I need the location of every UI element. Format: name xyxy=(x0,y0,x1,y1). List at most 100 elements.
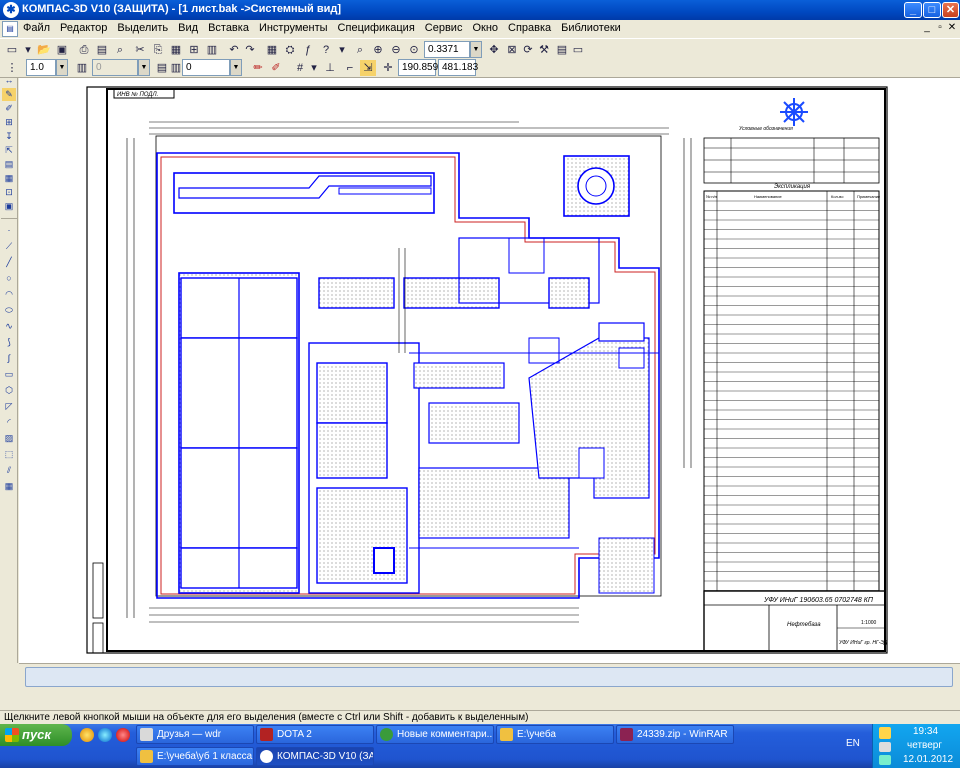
help-pointer-icon[interactable]: ? xyxy=(318,42,334,58)
new-dropdown-icon[interactable]: ▾ xyxy=(20,42,36,58)
polyline-icon[interactable]: ⟆ xyxy=(2,336,16,349)
layer-icon[interactable]: ▥ xyxy=(74,60,90,76)
pan-icon[interactable]: ✥ xyxy=(486,42,502,58)
start-button[interactable]: пуск xyxy=(0,724,72,746)
reports-tool-icon[interactable]: ▦ xyxy=(2,172,16,185)
edit-tool-icon[interactable]: ✐ xyxy=(2,102,16,115)
coord-y-field[interactable]: 481.183 xyxy=(438,59,478,76)
network-icon[interactable] xyxy=(879,755,891,765)
measure-tool-icon[interactable]: ↧ xyxy=(2,130,16,143)
point-icon[interactable]: · xyxy=(2,224,16,237)
copy-icon[interactable]: ⎘ xyxy=(150,42,166,58)
zoom-field[interactable]: 0.3371 xyxy=(424,41,470,58)
fillet-icon[interactable]: ◜ xyxy=(2,416,16,429)
polygon-icon[interactable]: ⬡ xyxy=(2,384,16,397)
grid-dropdown-icon[interactable]: ▾ xyxy=(306,60,322,76)
minimize-button[interactable]: _ xyxy=(904,2,922,18)
task-folder-class[interactable]: E:\учеба\уб 1 класса xyxy=(136,747,254,766)
menu-edit[interactable]: Редактор xyxy=(55,20,112,36)
menu-service[interactable]: Сервис xyxy=(420,20,468,36)
print-preview-icon[interactable]: ▤ xyxy=(94,42,110,58)
line-style-field[interactable]: 1.0 xyxy=(26,59,56,76)
collection-icon[interactable]: ▦ xyxy=(2,480,16,493)
spec-tool-icon[interactable]: ▤ xyxy=(2,158,16,171)
show-all-icon[interactable]: ⊠ xyxy=(504,42,520,58)
equidistant-icon[interactable]: ⫽ xyxy=(2,464,16,477)
layer-field[interactable]: 0 xyxy=(182,59,230,76)
view-field[interactable]: 0 xyxy=(92,59,138,76)
print-icon[interactable]: ⎙ xyxy=(76,42,92,58)
zoom-in-icon[interactable]: ⊕ xyxy=(370,42,386,58)
window-icon[interactable]: ▭ xyxy=(570,42,586,58)
snap-icon[interactable]: ✏ xyxy=(250,60,266,76)
spline-icon[interactable]: ∿ xyxy=(2,320,16,333)
maximize-button[interactable]: □ xyxy=(923,2,941,18)
select-tool-icon[interactable]: ⇱ xyxy=(2,144,16,157)
menu-select[interactable]: Выделить xyxy=(112,20,173,36)
quick-launch-chrome-icon[interactable] xyxy=(80,728,94,742)
coord-x-field[interactable]: 190.859 xyxy=(398,59,438,76)
arc-icon[interactable]: ◠ xyxy=(2,288,16,301)
mdi-minimize-icon[interactable]: _ xyxy=(922,22,932,34)
format-icon[interactable]: ▥ xyxy=(204,42,220,58)
mdi-restore-icon[interactable]: ▫ xyxy=(935,22,945,34)
copy-properties-icon[interactable]: ⊞ xyxy=(186,42,202,58)
designation-tool-icon[interactable]: ✎ xyxy=(2,88,16,101)
properties-icon[interactable]: ⚒ xyxy=(536,42,552,58)
quick-launch-ie-icon[interactable] xyxy=(98,728,112,742)
menu-tools[interactable]: Инструменты xyxy=(254,20,333,36)
save-icon[interactable]: ▣ xyxy=(54,42,70,58)
cut-icon[interactable]: ✂ xyxy=(132,42,148,58)
parametrize-tool-icon[interactable]: ⊞ xyxy=(2,116,16,129)
task-folder-ucheba[interactable]: E:\учеба xyxy=(496,725,614,744)
ortho-icon[interactable]: ⌐ xyxy=(342,60,358,76)
menu-file[interactable]: Файл xyxy=(18,20,55,36)
menu-insert[interactable]: Вставка xyxy=(203,20,254,36)
line-style-dropdown-icon[interactable]: ▼ xyxy=(56,59,68,76)
round-icon[interactable]: ⇲ xyxy=(360,60,376,76)
circle-icon[interactable]: ○ xyxy=(2,272,16,285)
aux-line-icon[interactable]: ⟋ xyxy=(2,240,16,253)
property-panel-area[interactable] xyxy=(25,667,953,687)
menu-help[interactable]: Справка xyxy=(503,20,556,36)
clock-time[interactable]: 19:34 xyxy=(913,726,938,737)
menu-view[interactable]: Вид xyxy=(173,20,203,36)
layer-dropdown-icon[interactable]: ▼ xyxy=(230,59,242,76)
fragment-tool-icon[interactable]: ▣ xyxy=(2,200,16,213)
mdi-close-icon[interactable]: ✕ xyxy=(947,22,957,34)
help-dropdown-icon[interactable]: ▾ xyxy=(334,42,350,58)
zoom-out-icon[interactable]: ⊖ xyxy=(388,42,404,58)
segment-icon[interactable]: ╱ xyxy=(2,256,16,269)
variables-icon[interactable]: ƒ xyxy=(300,42,316,58)
contour-icon[interactable]: ⬚ xyxy=(2,448,16,461)
task-winrar[interactable]: 24339.zip - WinRAR xyxy=(616,725,734,744)
search-icon[interactable]: ⌕ xyxy=(112,42,128,58)
tray-notify-icon[interactable] xyxy=(879,727,891,739)
task-steam-friends[interactable]: Друзья — wdr xyxy=(136,725,254,744)
drawing-canvas[interactable]: ИНВ № ПОДЛ. Условные обозначения Эксплик… xyxy=(19,78,960,663)
redo-icon[interactable]: ↷ xyxy=(242,42,258,58)
layers-icon[interactable]: ▤ xyxy=(554,42,570,58)
chamfer-icon[interactable]: ◸ xyxy=(2,400,16,413)
view-dropdown-icon[interactable]: ▼ xyxy=(138,59,150,76)
zoom-scale-icon[interactable]: ⊙ xyxy=(406,42,422,58)
menu-specification[interactable]: Спецификация xyxy=(333,20,420,36)
menu-libraries[interactable]: Библиотеки xyxy=(556,20,626,36)
menu-window[interactable]: Окно xyxy=(467,20,503,36)
bezier-icon[interactable]: ∫ xyxy=(2,352,16,365)
local-snap-icon[interactable]: ✐ xyxy=(268,60,284,76)
task-dota2[interactable]: DOTA 2 xyxy=(256,725,374,744)
library-icon[interactable]: ⛭ xyxy=(282,42,298,58)
quick-launch-opera-icon[interactable] xyxy=(116,728,130,742)
hatch-icon[interactable]: ▨ xyxy=(2,432,16,445)
task-kompas[interactable]: КОМПАС-3D V10 (ЗА... xyxy=(256,747,374,766)
new-document-icon[interactable]: ▭ xyxy=(4,42,20,58)
paste-icon[interactable]: ▦ xyxy=(168,42,184,58)
zoom-window-icon[interactable]: ⌕ xyxy=(352,42,368,58)
task-browser[interactable]: Новые комментари... xyxy=(376,725,494,744)
zoom-dropdown-icon[interactable]: ▼ xyxy=(470,41,482,58)
undo-icon[interactable]: ↶ xyxy=(226,42,242,58)
close-button[interactable]: ✕ xyxy=(942,2,959,18)
refresh-icon[interactable]: ⟳ xyxy=(520,42,536,58)
kompas-app-icon[interactable]: ✱ xyxy=(3,2,19,18)
